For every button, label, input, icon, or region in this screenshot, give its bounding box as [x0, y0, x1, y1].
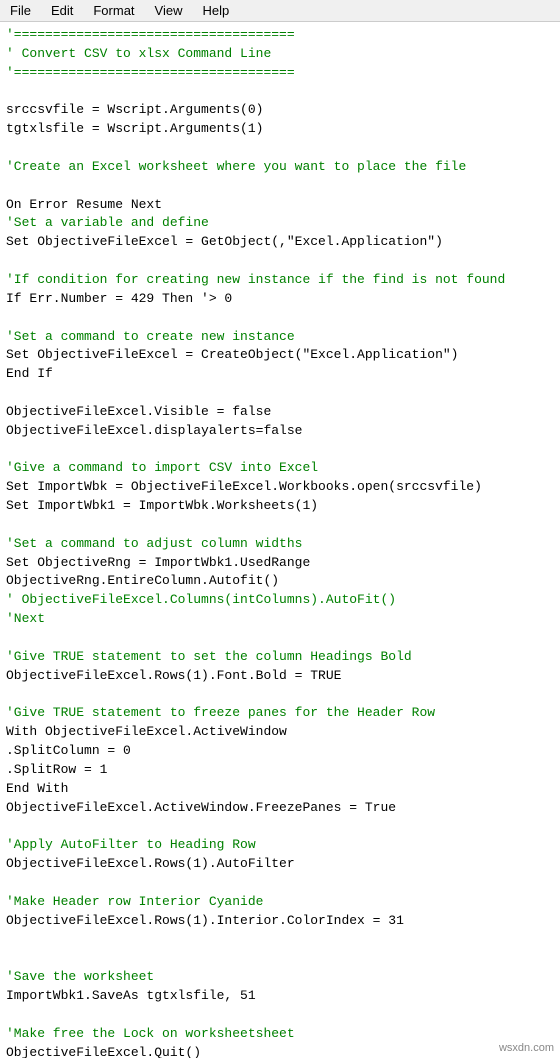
- code-line: 'Set a command to create new instance: [6, 329, 295, 344]
- code-line: End If: [6, 366, 53, 381]
- code-line: 'Apply AutoFilter to Heading Row: [6, 837, 256, 852]
- code-line: ImportWbk1.SaveAs tgtxlsfile, 51: [6, 988, 256, 1003]
- code-line: .SplitRow = 1: [6, 762, 107, 777]
- code-line: ObjectiveFileExcel.ActiveWindow.FreezePa…: [6, 800, 396, 815]
- code-line: 'Give TRUE statement to set the column H…: [6, 649, 412, 664]
- code-line: On Error Resume Next: [6, 197, 162, 212]
- code-line: 'Give a command to import CSV into Excel: [6, 460, 318, 475]
- menu-item-help[interactable]: Help: [196, 1, 235, 20]
- menu-item-edit[interactable]: Edit: [45, 1, 79, 20]
- code-line: ObjectiveFileExcel.Rows(1).Font.Bold = T…: [6, 668, 341, 683]
- code-line: .SplitColumn = 0: [6, 743, 131, 758]
- code-line: '====================================: [6, 27, 295, 42]
- code-line: Set ObjectiveFileExcel = CreateObject("E…: [6, 347, 458, 362]
- menu-item-format[interactable]: Format: [87, 1, 140, 20]
- menubar: File Edit Format View Help: [0, 0, 560, 22]
- code-editor[interactable]: '==================================== ' …: [0, 22, 560, 1058]
- code-line: Set ObjectiveRng = ImportWbk1.UsedRange: [6, 555, 310, 570]
- code-line: 'Make free the Lock on worksheetsheet: [6, 1026, 295, 1041]
- watermark: wsxdn.com: [499, 1042, 554, 1054]
- code-line: ObjectiveRng.EntireColumn.Autofit(): [6, 573, 279, 588]
- code-line: 'Give TRUE statement to freeze panes for…: [6, 705, 435, 720]
- menu-item-file[interactable]: File: [4, 1, 37, 20]
- code-line: If Err.Number = 429 Then '> 0: [6, 291, 232, 306]
- code-line: 'Create an Excel worksheet where you wan…: [6, 159, 466, 174]
- code-line: ObjectiveFileExcel.Quit(): [6, 1045, 201, 1058]
- code-line: ObjectiveFileExcel.displayalerts=false: [6, 423, 302, 438]
- code-line: 'Make Header row Interior Cyanide: [6, 894, 263, 909]
- code-line: '====================================: [6, 65, 295, 80]
- menu-item-view[interactable]: View: [149, 1, 189, 20]
- code-line: 'Next: [6, 611, 45, 626]
- code-line: srccsvfile = Wscript.Arguments(0): [6, 102, 263, 117]
- code-line: ObjectiveFileExcel.Visible = false: [6, 404, 271, 419]
- code-line: Set ImportWbk1 = ImportWbk.Worksheets(1): [6, 498, 318, 513]
- code-line: 'Set a variable and define: [6, 215, 209, 230]
- code-line: 'Save the worksheet: [6, 969, 154, 984]
- code-line: ObjectiveFileExcel.Rows(1).AutoFilter: [6, 856, 295, 871]
- code-line: ' Convert CSV to xlsx Command Line: [6, 46, 271, 61]
- code-line: 'If condition for creating new instance …: [6, 272, 505, 287]
- code-line: tgtxlsfile = Wscript.Arguments(1): [6, 121, 263, 136]
- code-line: With ObjectiveFileExcel.ActiveWindow: [6, 724, 287, 739]
- code-line: ' ObjectiveFileExcel.Columns(intColumns)…: [6, 592, 396, 607]
- code-line: Set ImportWbk = ObjectiveFileExcel.Workb…: [6, 479, 482, 494]
- code-line: Set ObjectiveFileExcel = GetObject(,"Exc…: [6, 234, 443, 249]
- code-line: 'Set a command to adjust column widths: [6, 536, 302, 551]
- code-line: ObjectiveFileExcel.Rows(1).Interior.Colo…: [6, 913, 404, 928]
- code-line: End With: [6, 781, 68, 796]
